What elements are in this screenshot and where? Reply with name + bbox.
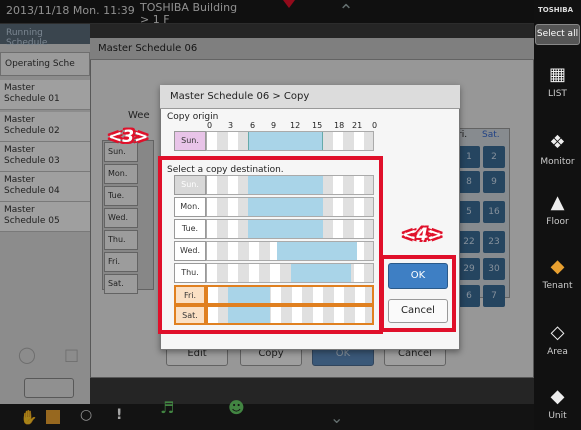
origin-day-label: Sun. xyxy=(174,131,206,151)
annotation-box-4 xyxy=(380,255,456,332)
screen: { "topbar": { "datetime": "2013/11/18 Mo… xyxy=(0,0,581,430)
hour-tick: 21 xyxy=(352,121,363,130)
select-all-button[interactable]: Select all xyxy=(535,24,580,45)
nav-monitor-button[interactable]: ❖ Monitor xyxy=(534,126,581,186)
nav-tenant-button[interactable]: ◆ Tenant xyxy=(534,250,581,310)
annotation-label-4: <4> xyxy=(402,225,443,245)
floor-icon: ▲ xyxy=(550,192,565,213)
tenant-icon: ◆ xyxy=(550,256,565,277)
hour-tick: 0 xyxy=(207,121,213,130)
hour-tick: 6 xyxy=(250,121,256,130)
nav-list-button[interactable]: ▦ LIST xyxy=(534,58,581,118)
hour-tick: 0 xyxy=(372,121,378,130)
nav-label: LIST xyxy=(548,89,567,99)
nav-label: Tenant xyxy=(542,281,573,291)
dialog-title: Master Schedule 06 > Copy xyxy=(160,85,460,109)
list-icon: ▦ xyxy=(548,64,566,85)
nav-label: Monitor xyxy=(540,157,575,167)
unit-icon: ◆ xyxy=(550,386,565,407)
nav-unit-button[interactable]: ◆ Unit xyxy=(534,380,581,430)
nav-floor-button[interactable]: ▲ Floor xyxy=(534,186,581,246)
monitor-icon: ❖ xyxy=(549,132,566,153)
hour-tick: 3 xyxy=(228,121,234,130)
nav-label: Unit xyxy=(548,411,567,421)
nav-label: Floor xyxy=(546,217,569,227)
hour-tick: 9 xyxy=(271,121,277,130)
annotation-label-3: <3> xyxy=(108,127,149,147)
hour-tick: 12 xyxy=(290,121,301,130)
brand-logo: TOSHIBA xyxy=(538,6,573,14)
area-icon: ◇ xyxy=(550,322,565,343)
hour-tick: 15 xyxy=(312,121,323,130)
nav-label: Area xyxy=(547,347,568,357)
origin-schedule-block xyxy=(248,132,323,150)
hour-tick: 18 xyxy=(334,121,345,130)
annotation-box-3 xyxy=(158,156,383,334)
nav-area-button[interactable]: ◇ Area xyxy=(534,316,581,376)
